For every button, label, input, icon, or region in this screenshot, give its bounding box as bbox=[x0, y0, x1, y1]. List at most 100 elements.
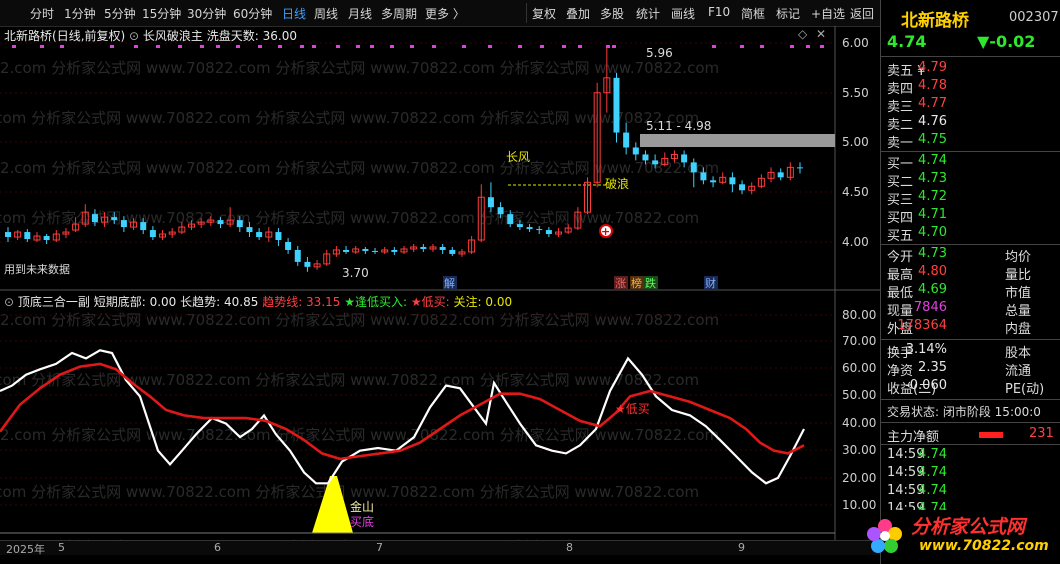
stat-value: -0.060 bbox=[905, 378, 947, 393]
candle-body bbox=[516, 224, 523, 228]
signal-dot bbox=[712, 45, 716, 48]
date-label-jun: 6 bbox=[214, 541, 221, 554]
candle-body bbox=[487, 197, 494, 208]
signal-dot bbox=[462, 45, 466, 48]
stat-label-2: 流通 bbox=[1005, 364, 1032, 379]
date-label-aug: 8 bbox=[566, 541, 573, 554]
candle-body bbox=[275, 232, 282, 241]
ask-row[interactable]: 卖四 4.78 bbox=[881, 78, 1060, 97]
settings-diamond-icon[interactable]: ◇ bbox=[798, 27, 807, 41]
candle-body bbox=[545, 230, 552, 235]
ask-price: 4.79 bbox=[918, 60, 947, 75]
stat-label-2: PE(动) bbox=[1005, 382, 1045, 397]
candle-body bbox=[449, 249, 456, 254]
tick-price: 4.74 bbox=[918, 447, 947, 462]
wash-days: 洗盘天数: 36.00 bbox=[206, 29, 297, 43]
bang-marker[interactable]: 榜 bbox=[631, 276, 642, 290]
signal-dot bbox=[200, 45, 204, 48]
quote-panel: 北新路桥 002307 4.74 ▼-0.02 卖五 ¥4.79 卖四 4.78 … bbox=[867, 0, 1060, 564]
candle-body bbox=[217, 220, 224, 225]
signal-dot bbox=[278, 45, 282, 48]
long-trend-value: 长趋势: 40.85 bbox=[180, 295, 259, 309]
ask-row[interactable]: 卖一 4.75 bbox=[881, 132, 1060, 151]
sub-tick: 30.00 bbox=[842, 443, 876, 457]
candle-body bbox=[391, 249, 398, 252]
candle-body bbox=[690, 162, 697, 173]
candle-body bbox=[91, 214, 98, 223]
watermark-text: 2.com 分析家公式网 www.70822.com 分析家公式网 www.70… bbox=[0, 371, 699, 389]
signal-dot bbox=[356, 45, 360, 48]
stat-row: 今开 4.73 均价 bbox=[881, 246, 1060, 265]
candle-body bbox=[526, 227, 533, 230]
sub-indicator-dropdown-icon[interactable]: ⊙ bbox=[4, 295, 14, 309]
candle-body bbox=[120, 220, 127, 228]
divider bbox=[881, 151, 1060, 152]
cai-marker[interactable]: 财 bbox=[705, 276, 716, 290]
zhang-marker[interactable]: 涨 bbox=[615, 277, 626, 290]
candle-body bbox=[507, 214, 514, 225]
date-label-jul: 7 bbox=[376, 541, 383, 554]
stat-label-2: 股本 bbox=[1005, 346, 1032, 361]
main-net-label[interactable]: 主力净额 bbox=[887, 426, 939, 445]
signal-dot bbox=[110, 45, 114, 48]
flower-logo-icon bbox=[867, 519, 902, 553]
tick-row: 14:59 4.74 bbox=[881, 447, 1060, 465]
signal-dot bbox=[432, 45, 436, 48]
stat-value: 4.69 bbox=[918, 282, 947, 297]
signal-dot bbox=[216, 45, 220, 48]
candle-body bbox=[140, 222, 147, 231]
range-band bbox=[640, 134, 835, 147]
ask-price: 4.77 bbox=[918, 96, 947, 111]
high-label: 5.96 bbox=[646, 46, 673, 60]
watermark-text: 2.com 分析家公式网 www.70822.com 分析家公式网 www.70… bbox=[0, 59, 719, 77]
maidi-label: 买底 bbox=[350, 514, 374, 529]
bid-row[interactable]: 买五 4.70 bbox=[881, 225, 1060, 244]
quote-price: 4.74 bbox=[887, 32, 927, 51]
stat-row: 现量 7846 总量 bbox=[881, 300, 1060, 319]
brand-name: 分析家公式网 bbox=[911, 516, 1026, 538]
divider bbox=[881, 56, 1060, 57]
signal-dot bbox=[390, 45, 394, 48]
signal-dot bbox=[312, 45, 316, 48]
indicator-name[interactable]: 长风破浪主 bbox=[143, 29, 203, 43]
stat-row: 净资 2.35 流通 bbox=[881, 360, 1060, 379]
watermark-text: 2.com 分析家公式网 www.70822.com 分析家公式网 www.70… bbox=[0, 483, 699, 501]
close-icon[interactable]: ✕ bbox=[816, 27, 826, 41]
stat-value: 2.35 bbox=[918, 360, 947, 375]
candle-body bbox=[729, 177, 736, 185]
ask-price: 4.76 bbox=[918, 114, 947, 129]
signal-dot bbox=[518, 45, 522, 48]
ask-price: 4.78 bbox=[918, 78, 947, 93]
signal-dot bbox=[578, 45, 582, 48]
bid-row[interactable]: 买四 4.71 bbox=[881, 207, 1060, 226]
candle-body bbox=[111, 217, 118, 221]
jie-marker[interactable]: 解 bbox=[444, 276, 455, 290]
indicator-dropdown-icon[interactable]: ⊙ bbox=[129, 29, 139, 43]
candle-body bbox=[632, 147, 639, 155]
kline-chart[interactable]: 2.com 分析家公式网 www.70822.com 分析家公式网 www.70… bbox=[0, 0, 880, 564]
jinshan-label: 金山 bbox=[350, 499, 374, 514]
ask-row[interactable]: 卖二 4.76 bbox=[881, 114, 1060, 133]
sub-tick: 10.00 bbox=[842, 498, 876, 512]
plus-glyph: + bbox=[601, 225, 610, 238]
stat-row: 收益(二) -0.060 PE(动) bbox=[881, 378, 1060, 397]
bid-price: 4.70 bbox=[918, 225, 947, 240]
candle-body bbox=[149, 230, 156, 238]
die-marker[interactable]: 跌 bbox=[645, 276, 656, 290]
signal-dot bbox=[410, 45, 414, 48]
bid-row[interactable]: 买三 4.72 bbox=[881, 189, 1060, 208]
ask-row[interactable]: 卖五 ¥4.79 bbox=[881, 60, 1060, 79]
tick-price: 4.74 bbox=[918, 465, 947, 480]
bid-row[interactable]: 买一 4.74 bbox=[881, 153, 1060, 172]
price-tick: 4.00 bbox=[842, 235, 869, 249]
bid-row[interactable]: 买二 4.73 bbox=[881, 171, 1060, 190]
signal-dot bbox=[562, 45, 566, 48]
sub-indicator-name[interactable]: 顶底三合一副 bbox=[18, 295, 90, 309]
candle-body bbox=[700, 172, 707, 181]
date-label-may: 5 bbox=[58, 541, 65, 554]
price-tick: 4.50 bbox=[842, 185, 869, 199]
stat-row: 最高 4.80 量比 bbox=[881, 264, 1060, 283]
sub-tick: 50.00 bbox=[842, 388, 876, 402]
ask-row[interactable]: 卖三 4.77 bbox=[881, 96, 1060, 115]
candle-body bbox=[623, 132, 630, 148]
